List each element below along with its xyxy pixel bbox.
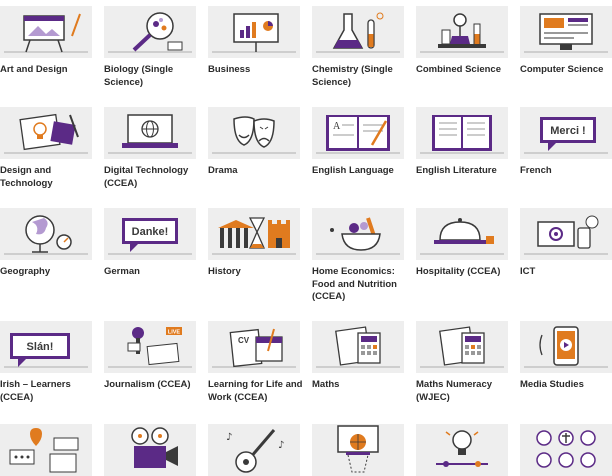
subject-label: French: [520, 165, 552, 176]
subject-label: ICT: [520, 266, 536, 277]
speech-sign-icon: Danke!: [104, 208, 196, 260]
live-badge: LIVE: [168, 330, 181, 336]
cv-documents-icon: CV: [208, 321, 300, 373]
subject-card-computer-science[interactable]: Computer Science: [520, 6, 612, 77]
subject-card-row5-5[interactable]: [416, 424, 514, 476]
svg-text:A: A: [333, 121, 341, 132]
sign-word: Danke!: [132, 226, 169, 238]
subject-card-maths[interactable]: Maths: [312, 321, 410, 392]
subject-card-row5-2[interactable]: [104, 424, 202, 476]
speech-sign-icon: Merci !: [520, 107, 612, 159]
subject-card-maths-numeracy[interactable]: Maths Numeracy (WJEC): [416, 321, 514, 404]
subject-label: Business: [208, 64, 251, 75]
subject-card-row5-4[interactable]: [312, 424, 410, 476]
food-bowl-icon: [312, 208, 404, 260]
basketball-hoop-icon: [312, 424, 404, 476]
cv-text: CV: [238, 336, 250, 345]
laptop-globe-icon: [104, 107, 196, 159]
subject-label: Computer Science: [520, 64, 604, 75]
lightbulb-circuit-icon: [416, 424, 508, 476]
subject-label: Geography: [0, 266, 51, 277]
science-bench-icon: [416, 6, 508, 58]
flask-icon: [312, 6, 404, 58]
subject-card-design-and-technology[interactable]: Design and Technology: [0, 107, 98, 190]
sign-word: Slán!: [27, 341, 54, 353]
subject-label: Design and Technology: [0, 165, 53, 189]
microphone-news-icon: LIVE: [104, 321, 196, 373]
subject-label: Home Economics: Food and Nutrition (CCEA…: [312, 266, 397, 302]
subject-card-media-studies[interactable]: Media Studies: [520, 321, 612, 392]
subject-card-row5-1[interactable]: [0, 424, 98, 476]
subject-label: Chemistry (Single Science): [312, 64, 393, 88]
open-book-icon: [416, 107, 508, 159]
subject-card-english-language[interactable]: A English Language: [312, 107, 410, 178]
subject-label: Hospitality (CCEA): [416, 266, 501, 277]
subject-label: Maths: [312, 379, 340, 390]
open-book-pen-icon: A: [312, 107, 404, 159]
religion-symbols-icon: [520, 424, 612, 476]
subject-label: Irish – Learners (CCEA): [0, 379, 71, 403]
subject-label: Combined Science: [416, 64, 501, 75]
subject-label: Biology (Single Science): [104, 64, 174, 88]
subject-card-ict[interactable]: ICT: [520, 208, 612, 279]
subject-card-business[interactable]: Business: [208, 6, 306, 77]
calculator-papers-icon: [312, 321, 404, 373]
subject-card-combined-science[interactable]: Combined Science: [416, 6, 514, 77]
subject-card-home-economics[interactable]: Home Economics: Food and Nutrition (CCEA…: [312, 208, 410, 304]
speech-sign-icon: Slán!: [0, 321, 92, 373]
guitar-icon: ♪ ♪: [208, 424, 300, 476]
subject-card-english-literature[interactable]: English Literature: [416, 107, 514, 178]
subject-label: English Literature: [416, 165, 497, 176]
subject-card-hospitality[interactable]: Hospitality (CCEA): [416, 208, 514, 279]
subjects-grid: Art and Design Biology (Single Science) …: [0, 0, 612, 476]
svg-text:♪: ♪: [226, 432, 232, 443]
map-chat-icon: [0, 424, 92, 476]
easel-icon: [0, 6, 92, 58]
subject-card-art-and-design[interactable]: Art and Design: [0, 6, 98, 77]
subject-label: Maths Numeracy (WJEC): [416, 379, 493, 403]
svg-text:♪: ♪: [278, 440, 284, 451]
cloche-icon: [416, 208, 508, 260]
subject-label: History: [208, 266, 241, 277]
subject-card-learning-for-life[interactable]: CV Learning for Life and Work (CCEA): [208, 321, 306, 404]
sign-word: Merci !: [550, 125, 585, 137]
subject-card-chemistry[interactable]: Chemistry (Single Science): [312, 6, 410, 89]
calculator-papers-icon: [416, 321, 508, 373]
subject-label: Drama: [208, 165, 238, 176]
presentation-board-icon: [208, 6, 300, 58]
subject-label: Media Studies: [520, 379, 584, 390]
subject-card-biology[interactable]: Biology (Single Science): [104, 6, 202, 89]
magnifier-icon: [104, 6, 196, 58]
subject-label: Journalism (CCEA): [104, 379, 191, 390]
subject-label: German: [104, 266, 140, 277]
lightbulb-sketch-icon: [0, 107, 92, 159]
theatre-masks-icon: [208, 107, 300, 159]
devices-icon: [520, 208, 612, 260]
subject-card-journalism[interactable]: LIVE Journalism (CCEA): [104, 321, 202, 392]
subject-card-french[interactable]: Merci ! French: [520, 107, 612, 178]
computer-icon: [520, 6, 612, 58]
globe-compass-icon: [0, 208, 92, 260]
subject-card-row5-3[interactable]: ♪ ♪: [208, 424, 306, 476]
hourglass-castle-icon: [208, 208, 300, 260]
film-projector-icon: [104, 424, 196, 476]
subject-card-german[interactable]: Danke! German: [104, 208, 202, 279]
subject-label: English Language: [312, 165, 394, 176]
subject-card-digital-technology[interactable]: Digital Technology (CCEA): [104, 107, 202, 190]
subject-label: Art and Design: [0, 64, 68, 75]
subject-card-history[interactable]: History: [208, 208, 306, 279]
subject-card-row5-6[interactable]: [520, 424, 612, 476]
subject-card-geography[interactable]: Geography: [0, 208, 98, 279]
subject-label: Digital Technology (CCEA): [104, 165, 189, 189]
phone-play-icon: [520, 321, 612, 373]
subject-card-irish-learners[interactable]: Slán! Irish – Learners (CCEA): [0, 321, 98, 404]
subject-card-drama[interactable]: Drama: [208, 107, 306, 178]
subject-label: Learning for Life and Work (CCEA): [208, 379, 303, 403]
